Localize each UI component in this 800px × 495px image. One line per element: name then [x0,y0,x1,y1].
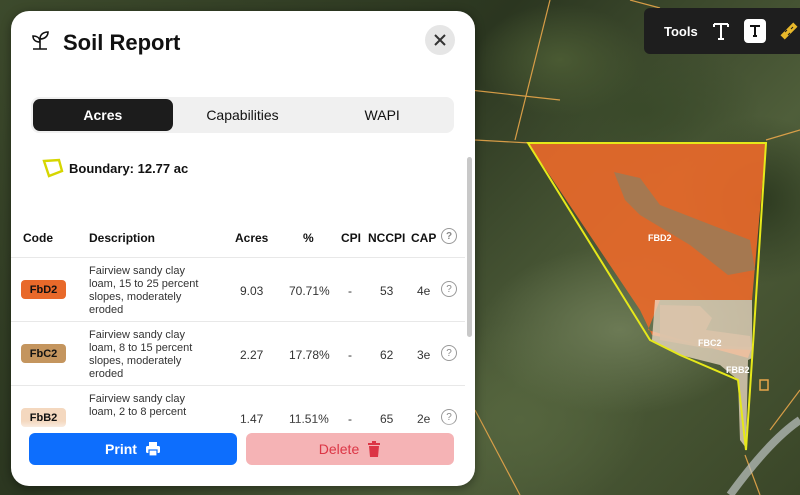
text-box-tool-icon[interactable] [743,19,767,43]
print-label: Print [105,441,137,457]
panel-scrollbar[interactable] [467,157,472,337]
tools-label: Tools [664,23,698,39]
row-cpi: - [348,348,352,362]
panel-header: Soil Report [29,29,180,56]
row-description: Fairview sandy clay loam, 8 to 15 percen… [89,329,193,380]
col-acres: Acres [235,231,269,245]
row-description: Fairview sandy clay loam, 2 to 8 percent [89,393,187,418]
row-help-icon[interactable]: ? [441,281,457,297]
row-acres: 2.27 [240,348,264,362]
row-cap: 3e [417,348,431,362]
row-cpi: - [348,284,352,298]
table-row[interactable]: FbD2 Fairview sandy clay loam, 15 to 25 … [11,257,465,322]
tab-wapi[interactable]: WAPI [312,99,452,131]
col-cap: CAP [411,231,437,245]
tab-capabilities[interactable]: Capabilities [173,99,313,131]
row-help-icon[interactable]: ? [441,345,457,361]
table-row[interactable]: FbC2 Fairview sandy clay loam, 8 to 15 p… [11,321,465,386]
map-label-fbb2: FBB2 [726,365,750,375]
soil-report-panel: Soil Report Acres Capabilities WAPI Boun… [11,11,475,486]
table-header: Code Description Acres % CPI NCCPI CAP ? [11,221,465,251]
sprout-icon [29,29,51,56]
tab-acres[interactable]: Acres [33,99,173,131]
col-percent: % [303,231,314,245]
row-cap: 4e [417,284,431,298]
trash-icon [368,441,381,457]
col-code: Code [23,231,53,245]
map-label-fbc2: FBC2 [698,338,722,348]
row-nccpi: 62 [380,348,394,362]
row-percent: 17.78% [289,348,330,362]
code-badge: FbD2 [21,280,66,299]
col-description: Description [89,231,156,245]
table-fade [11,421,475,433]
print-button[interactable]: Print [29,433,237,465]
delete-label: Delete [318,441,360,457]
boundary-polygon-icon [42,158,64,178]
cap-help-icon[interactable]: ? [441,228,457,244]
report-tabs: Acres Capabilities WAPI [31,97,454,133]
col-cpi: CPI [341,231,362,245]
row-acres: 9.03 [240,284,264,298]
printer-icon [145,442,160,457]
map-label-fbd2: FBD2 [648,233,672,243]
close-icon [434,34,446,46]
row-nccpi: 53 [380,284,394,298]
delete-button[interactable]: Delete [246,433,454,465]
boundary-text: Boundary: 12.77 ac [69,160,189,176]
row-percent: 70.71% [289,284,330,298]
boundary-summary: Boundary: 12.77 ac [41,157,188,179]
row-description: Fairview sandy clay loam, 15 to 25 perce… [89,265,199,316]
tools-panel: Tools [644,8,800,54]
panel-title: Soil Report [63,29,181,55]
close-button[interactable] [425,25,455,55]
soil-table: Code Description Acres % CPI NCCPI CAP ?… [11,221,465,431]
text-tool-icon[interactable] [710,19,732,43]
col-nccpi: NCCPI [368,231,406,245]
ruler-tool-icon[interactable] [778,19,800,43]
code-badge: FbC2 [21,344,66,363]
